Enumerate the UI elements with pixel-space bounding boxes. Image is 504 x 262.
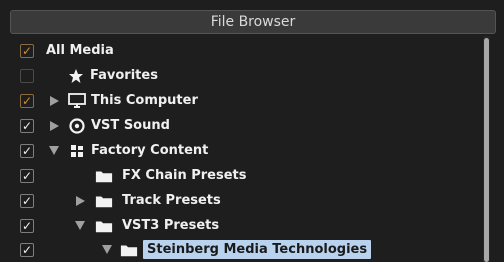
tree-item-track-presets[interactable]: ✓ Track Presets	[10, 188, 482, 213]
tree-item-vst-sound[interactable]: ✓ VST Sound	[10, 113, 482, 138]
chevron-right-icon[interactable]	[48, 120, 60, 132]
tree-item-label: This Computer	[91, 93, 198, 108]
tree-item-label: VST Sound	[91, 118, 170, 133]
tree-item-this-computer[interactable]: ✓ This Computer	[10, 88, 482, 113]
tree-item-favorites[interactable]: Favorites	[10, 63, 482, 88]
vst-sound-checkbox[interactable]: ✓	[20, 118, 34, 133]
factory-content-checkbox[interactable]: ✓	[20, 143, 34, 158]
tree-item-label: All Media	[46, 43, 114, 58]
this-computer-checkbox[interactable]: ✓	[20, 93, 34, 108]
chevron-down-icon[interactable]	[48, 145, 60, 157]
folder-icon	[95, 167, 113, 185]
fx-chain-presets-checkbox[interactable]: ✓	[20, 168, 34, 183]
monitor-icon	[68, 92, 86, 110]
vst3-presets-checkbox[interactable]: ✓	[20, 218, 34, 233]
tree-item-label: Track Presets	[122, 193, 221, 208]
tree-item-label: Favorites	[90, 68, 158, 83]
file-browser-header: File Browser	[10, 10, 496, 34]
tree-item-factory-content[interactable]: ✓ Factory Content	[10, 138, 482, 163]
chevron-right-icon[interactable]	[74, 195, 86, 207]
vertical-scrollbar[interactable]	[483, 36, 490, 262]
tree-item-all-media[interactable]: ✓ All Media	[10, 38, 482, 63]
tree-item-fx-chain-presets[interactable]: ✓ FX Chain Presets	[10, 163, 482, 188]
media-tree: ✓ All Media Favorites ✓ This Computer ✓	[10, 36, 482, 262]
tree-item-label: VST3 Presets	[122, 218, 220, 233]
tree-item-label: Steinberg Media Technologies	[143, 240, 372, 259]
panel-title: File Browser	[210, 14, 296, 30]
scrollbar-thumb[interactable]	[484, 38, 489, 262]
track-presets-checkbox[interactable]: ✓	[20, 193, 34, 208]
folder-icon	[95, 192, 113, 210]
factory-content-icon	[68, 142, 86, 160]
tree-item-label: Factory Content	[91, 143, 209, 158]
tree-item-label: FX Chain Presets	[122, 168, 247, 183]
star-icon	[67, 67, 85, 85]
favorites-checkbox[interactable]	[20, 68, 34, 83]
file-browser-window: File Browser ✓ All Media Favorites ✓ Thi…	[0, 0, 504, 262]
folder-icon	[95, 217, 113, 235]
all-media-checkbox[interactable]: ✓	[20, 43, 34, 58]
tree-item-vst3-presets[interactable]: ✓ VST3 Presets	[10, 213, 482, 238]
folder-icon	[120, 241, 138, 259]
chevron-right-icon[interactable]	[48, 95, 60, 107]
chevron-down-icon[interactable]	[101, 244, 113, 256]
tree-item-steinberg-media-technologies[interactable]: ✓ Steinberg Media Technologies	[10, 237, 482, 262]
chevron-down-icon[interactable]	[74, 220, 86, 232]
disc-icon	[68, 117, 86, 135]
steinberg-checkbox[interactable]: ✓	[20, 242, 34, 257]
